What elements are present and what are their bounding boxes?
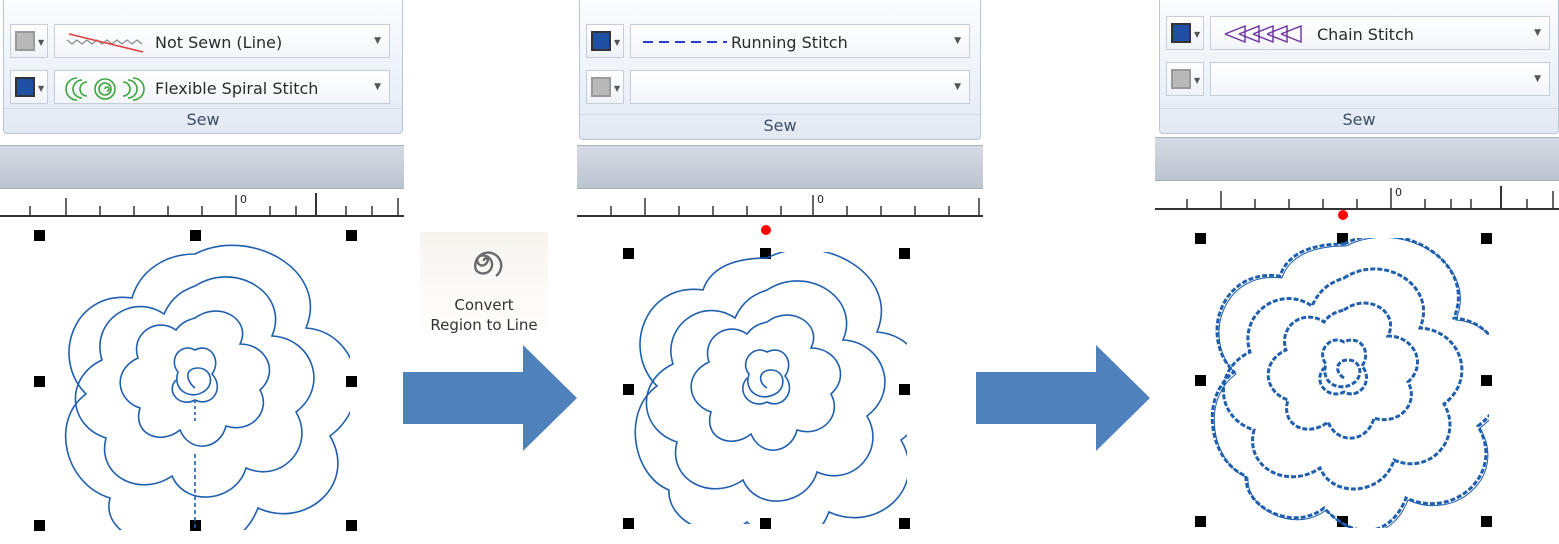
sew-ribbon-group: ▼ Not Sewn (Line) ▼ ▼ Flexible Spiral St… (3, 0, 403, 134)
panel-chain-stitch: ▼ Chain Stitch ▼ ▼ ▼ Sew 0 (1155, 0, 1559, 544)
flower-running-stitch-line[interactable] (627, 252, 907, 524)
chain-stitch-icon (1224, 24, 1302, 44)
sew-ribbon-group: ▼ Chain Stitch ▼ ▼ ▼ Sew (1159, 0, 1559, 134)
spiral-stitch-icon (65, 77, 145, 101)
right-arrow-icon (403, 345, 577, 451)
color-swatch (1171, 69, 1191, 89)
color-swatch (591, 31, 611, 51)
region-color-button[interactable]: ▼ (10, 70, 48, 104)
region-color-button[interactable]: ▼ (1166, 62, 1204, 96)
convert-button-line2: Region to Line (430, 316, 538, 334)
not-sewn-line-icon (66, 33, 144, 53)
ruler-zero-label: 0 (240, 193, 247, 206)
dropdown-arrow-icon: ▼ (38, 84, 45, 93)
toolbar-band (0, 145, 404, 189)
dropdown-arrow-icon: ▼ (38, 38, 45, 47)
outline-color-button[interactable]: ▼ (1166, 16, 1204, 50)
dropdown-arrow-icon: ▼ (1194, 30, 1201, 39)
color-swatch (1171, 23, 1191, 43)
sew-group-caption: Sew (763, 116, 797, 135)
dropdown-arrow-icon: ▼ (954, 82, 961, 92)
ruler-ticks (1186, 186, 1554, 208)
group-divider (580, 114, 980, 115)
outline-sew-type-label: Not Sewn (Line) (155, 33, 283, 52)
dropdown-arrow-icon: ▼ (1194, 76, 1201, 85)
region-sew-type-select[interactable]: Flexible Spiral Stitch ▼ (54, 70, 390, 104)
region-sew-type-select[interactable]: ▼ (630, 70, 970, 104)
right-arrow-icon (976, 345, 1150, 451)
toolbar-band (577, 145, 983, 189)
outline-color-button[interactable]: ▼ (586, 24, 624, 58)
ruler: 0 (577, 193, 983, 217)
panel-before: ▼ Not Sewn (Line) ▼ ▼ Flexible Spiral St… (0, 0, 404, 544)
ruler: 0 (1155, 186, 1559, 210)
dropdown-arrow-icon: ▼ (614, 84, 621, 93)
outline-sew-type-select[interactable]: Running Stitch ▼ (630, 24, 970, 58)
ruler-ticks (610, 195, 980, 215)
ruler-ticks (29, 193, 399, 215)
outline-color-button[interactable]: ▼ (10, 24, 48, 58)
region-sew-type-label: Flexible Spiral Stitch (155, 79, 319, 98)
outline-sew-type-label: Chain Stitch (1317, 25, 1414, 44)
panel-after-convert: ▼ Running Stitch ▼ ▼ ▼ Sew 0 (577, 0, 983, 544)
start-point-marker[interactable] (1338, 210, 1348, 220)
convert-region-to-line-button[interactable]: Convert Region to Line (420, 232, 548, 340)
region-color-button[interactable]: ▼ (586, 70, 624, 104)
sew-ribbon-group: ▼ Running Stitch ▼ ▼ ▼ Sew (579, 0, 981, 140)
spiral-icon (474, 251, 503, 277)
outline-sew-type-select[interactable]: Not Sewn (Line) ▼ (54, 24, 390, 58)
region-sew-type-select[interactable]: ▼ (1210, 62, 1550, 96)
dropdown-arrow-icon: ▼ (374, 82, 381, 92)
group-divider (4, 108, 402, 109)
ruler: 0 (0, 193, 404, 217)
flower-region-spiral[interactable] (40, 240, 350, 530)
color-swatch (15, 31, 35, 51)
dropdown-arrow-icon: ▼ (1534, 28, 1541, 38)
color-swatch (15, 77, 35, 97)
toolbar-band (1155, 137, 1559, 181)
outline-sew-type-select[interactable]: Chain Stitch ▼ (1210, 16, 1550, 50)
running-stitch-icon (643, 41, 727, 43)
dropdown-arrow-icon: ▼ (614, 38, 621, 47)
start-point-marker[interactable] (761, 225, 771, 235)
ruler-zero-label: 0 (817, 193, 824, 206)
dropdown-arrow-icon: ▼ (954, 36, 961, 46)
dropdown-arrow-icon: ▼ (1534, 74, 1541, 84)
group-divider (1160, 108, 1558, 109)
color-swatch (591, 77, 611, 97)
outline-sew-type-label: Running Stitch (731, 33, 848, 52)
ruler-zero-label: 0 (1395, 186, 1402, 199)
convert-button-line1: Convert (454, 296, 514, 314)
flower-chain-stitch-line[interactable] (1199, 238, 1489, 528)
dropdown-arrow-icon: ▼ (374, 36, 381, 46)
sew-group-caption: Sew (186, 110, 220, 129)
sew-group-caption: Sew (1342, 110, 1376, 129)
